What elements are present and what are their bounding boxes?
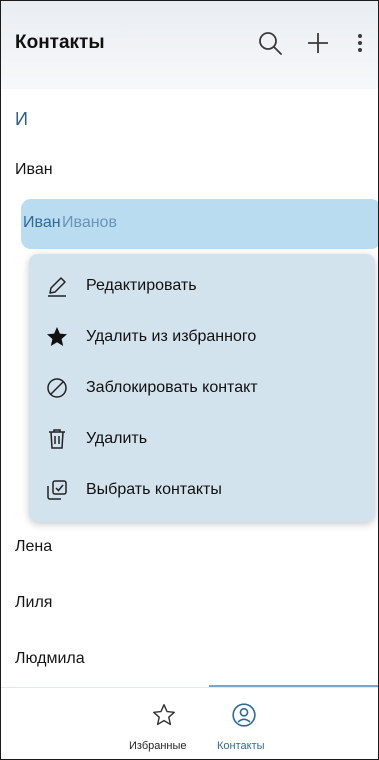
tab-label: Избранные	[129, 740, 187, 752]
section-header-letter: И	[15, 109, 28, 129]
context-menu: Редактировать Удалить из избранного Забл…	[29, 254, 375, 522]
contacts-screen: Контакты И Иван Иван Иванов Редактироват…	[0, 0, 379, 760]
page-title: Контакты	[15, 32, 105, 53]
contact-first-name: Иван	[23, 214, 61, 231]
menu-item-block[interactable]: Заблокировать контакт	[29, 364, 375, 414]
tab-favorites[interactable]: Избранные	[127, 688, 201, 759]
contact-last-name: Иванов	[62, 214, 117, 231]
contact-row[interactable]: Людмила	[15, 650, 85, 668]
select-contacts-icon	[45, 478, 69, 502]
menu-item-label: Редактировать	[86, 277, 197, 294]
trash-icon	[45, 427, 69, 451]
menu-item-delete[interactable]: Удалить	[29, 415, 375, 465]
plus-icon[interactable]	[304, 29, 332, 57]
menu-item-label: Выбрать контакты	[86, 481, 222, 498]
menu-item-edit[interactable]: Редактировать	[29, 262, 375, 312]
contact-row-selected[interactable]: Иван Иванов	[21, 199, 378, 249]
search-icon[interactable]	[256, 29, 284, 57]
menu-item-label: Удалить	[86, 430, 148, 447]
tab-label: Контакты	[217, 740, 265, 752]
star-filled-icon	[45, 325, 69, 349]
tab-contacts[interactable]: Контакты	[213, 688, 279, 759]
block-icon	[45, 376, 69, 400]
menu-item-label: Удалить из избранного	[86, 328, 257, 345]
star-outline-icon	[151, 702, 177, 728]
menu-item-select-contacts[interactable]: Выбрать контакты	[29, 466, 375, 516]
bottom-navigation: Избранные Контакты	[1, 687, 378, 759]
more-vert-icon[interactable]	[350, 29, 370, 57]
menu-item-remove-favorite[interactable]: Удалить из избранного	[29, 313, 375, 363]
menu-item-label: Заблокировать контакт	[86, 379, 258, 396]
pencil-icon	[45, 274, 69, 298]
contact-row[interactable]: Лена	[15, 538, 52, 556]
contact-row[interactable]: Иван	[15, 161, 53, 179]
contact-circle-icon	[231, 702, 257, 728]
contact-row[interactable]: Лиля	[15, 594, 52, 612]
top-app-bar: Контакты	[1, 1, 378, 89]
